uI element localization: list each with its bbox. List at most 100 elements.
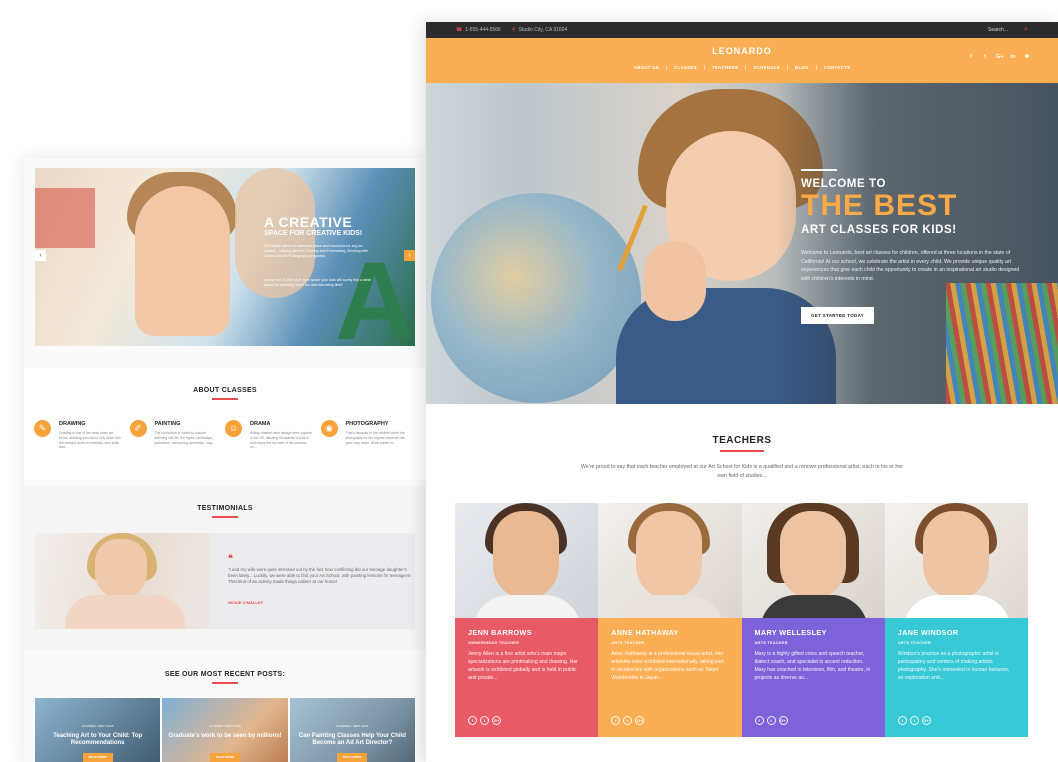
menu-item-schedule[interactable]: SCHEDULE (745, 65, 787, 70)
camera-icon: ◉ (320, 420, 338, 437)
google-plus-icon[interactable]: G+ (635, 716, 645, 725)
twitter-icon[interactable]: t (480, 716, 489, 725)
class-item-drawing[interactable]: ✎ DRAWING Drawing is one of the most bas… (34, 418, 130, 462)
teacher-name[interactable]: MARY WELLESLEY (755, 628, 872, 637)
teacher-name[interactable]: JENN BARROWS (468, 628, 585, 637)
teacher-name[interactable]: ANNE HATHAWAY (611, 628, 728, 637)
post-title[interactable]: Teaching Art to Your Child: Top Recommen… (39, 733, 156, 747)
hero-paragraph: Our facility offers an extensive place a… (264, 244, 369, 258)
teacher-info: ANNE HATHAWAY ARTS TEACHER Anne Hathaway… (598, 618, 742, 737)
slider-next-button[interactable]: › (404, 250, 415, 261)
google-plus-icon[interactable]: G+ (921, 716, 931, 725)
teacher-bio: Anne Hathaway is a professional visual a… (611, 651, 724, 681)
menu-item-classes[interactable]: CLASSES (666, 65, 704, 70)
menu-item-teachers[interactable]: TEACHERS (703, 65, 746, 70)
twitter-icon[interactable]: t (766, 716, 776, 725)
facebook-icon[interactable]: f (468, 716, 477, 725)
phone-contact[interactable]: ☎ 1-555-444-5566 (456, 22, 501, 38)
hero-title: A CREATIVE (264, 214, 353, 230)
google-plus-icon[interactable]: G+ (996, 54, 1004, 60)
testimonials-title: TESTIMONIALS (197, 505, 253, 512)
post-meta: CLASSES • SEPT 2016 (209, 724, 241, 728)
linkedin-icon[interactable]: in (1010, 54, 1016, 60)
facebook-icon[interactable]: f (611, 716, 621, 725)
class-item-photography[interactable]: ◉ PHOTOGRAPHY That's because in the mode… (320, 418, 417, 462)
testimonial-card: ❝ "I and my wife were quite stressed out… (35, 533, 415, 629)
post-title[interactable]: Can Painting Classes Help Your Child Bec… (294, 733, 411, 747)
hero-image-globe (431, 193, 641, 403)
teacher-social-links: f t G+ (754, 716, 788, 725)
pencil-icon: ✎ (34, 420, 51, 437)
read-more-button[interactable]: READ MORE (209, 753, 240, 762)
teacher-card[interactable]: ANNE HATHAWAY ARTS TEACHER Anne Hathaway… (598, 503, 742, 737)
testimonial-author: NICKIE O'MALLEY (228, 600, 264, 605)
google-plus-icon[interactable]: G+ (492, 716, 501, 725)
teacher-card[interactable]: MARY WELLESLEY ARTS TEACHER Mary is a hi… (741, 503, 885, 737)
class-item-drama[interactable]: ☺ DRAMA Acting classes have always been … (225, 418, 321, 462)
read-more-button[interactable]: READ MORE (82, 753, 113, 762)
post-card[interactable]: CLASSES • SEPT 2016 Can Painting Classes… (289, 698, 415, 762)
recent-posts-grid: CLASSES • SEPT 2016 Teaching Art to Your… (35, 698, 415, 762)
teacher-bio: Mary is a highly gifted voice and speech… (754, 651, 871, 681)
twitter-icon[interactable]: t (982, 54, 988, 60)
teacher-role: ARTS TEACHER (897, 641, 932, 645)
recent-posts-title: SEE OUR MOST RECENT POSTS: (164, 671, 286, 678)
address-contact: ⚲ Studio City, CA 91604 (512, 22, 567, 38)
facebook-icon[interactable]: f (968, 54, 974, 60)
teacher-photo (884, 503, 1028, 618)
main-menu: ABOUT US CLASSES TEACHERS SCHEDULE BLOG … (426, 65, 1058, 70)
class-name: DRAWING (59, 421, 86, 427)
teacher-bio: Windsor's practice as a photographic art… (897, 651, 1010, 681)
post-card[interactable]: CLASSES • SEPT 2016 Teaching Art to Your… (35, 698, 161, 762)
settings-icon[interactable]: ✱ (1024, 54, 1030, 60)
post-title[interactable]: Graduate's work to be seen by millions! (166, 733, 283, 740)
masks-icon: ☺ (225, 420, 242, 437)
menu-item-about-us[interactable]: ABOUT US (627, 65, 666, 70)
facebook-icon[interactable]: f (754, 716, 764, 725)
photo-face (636, 511, 703, 599)
get-started-button[interactable]: GET STARTED TODAY (801, 307, 874, 324)
slider-prev-button[interactable]: ‹ (35, 250, 46, 261)
class-name: DRAMA (250, 421, 271, 427)
social-links: f t G+ in ✱ (968, 54, 1030, 60)
site-logo[interactable]: LEONARDO (426, 46, 1058, 56)
read-more-button[interactable]: READ MORE (337, 753, 368, 762)
about-classes-title: ABOUT CLASSES (193, 387, 257, 394)
teacher-social-links: f t G+ (611, 716, 645, 725)
hero-image-pencils (946, 283, 1058, 404)
hero-subheadline: ART CLASSES FOR KIDS! (801, 224, 957, 236)
teacher-card[interactable]: JANE WINDSOR ARTS TEACHER Windsor's prac… (884, 503, 1028, 737)
post-card[interactable]: CLASSES • SEPT 2016 Graduate's work to b… (162, 698, 288, 762)
class-name: PHOTOGRAPHY (345, 421, 389, 427)
phone-icon: ☎ (456, 27, 463, 33)
teacher-name[interactable]: JANE WINDSOR (898, 628, 1015, 637)
hero-banner: WELCOME TO THE BEST ART CLASSES FOR KIDS… (426, 83, 1058, 404)
teachers-intro: We're proud to say that each teacher emp… (580, 464, 904, 479)
teacher-info: JENN BARROWS OWNER/HEAD TEACHER Jenny Al… (455, 618, 599, 737)
hero-paragraph-2: Across our 20,000 sq.ft. gym space your … (264, 278, 371, 287)
front-page-preview: ☎ 1-555-444-5566 ⚲ Studio City, CA 91604 S… (426, 22, 1058, 762)
facebook-icon[interactable]: f (897, 716, 907, 725)
menu-item-blog[interactable]: BLOG (786, 65, 816, 70)
menu-item-contacts[interactable]: CONTACTS (815, 65, 857, 70)
twitter-icon[interactable]: t (623, 716, 633, 725)
class-description: The curriculum is varied to include teac… (154, 431, 215, 445)
teacher-role: OWNER/HEAD TEACHER (468, 641, 520, 645)
teacher-photo (455, 503, 599, 618)
teacher-info: MARY WELLESLEY ARTS TEACHER Mary is a hi… (741, 618, 885, 737)
phone-number: 1-555-444-5566 (465, 27, 501, 33)
teachers-grid: JENN BARROWS OWNER/HEAD TEACHER Jenny Al… (455, 503, 1028, 737)
hero-description: Welcome to Leonardo, best art classes fo… (801, 250, 1020, 282)
search-input[interactable]: Search... (988, 22, 1008, 38)
brush-icon: ✐ (129, 420, 147, 437)
twitter-icon[interactable]: t (909, 716, 919, 725)
google-plus-icon[interactable]: G+ (778, 716, 788, 725)
post-meta: CLASSES • SEPT 2016 (81, 724, 114, 728)
title-underline (212, 398, 238, 400)
class-name: PAINTING (154, 421, 181, 427)
class-item-painting[interactable]: ✐ PAINTING The curriculum is varied to i… (129, 418, 226, 462)
search-icon[interactable]: ⌕ (1024, 22, 1028, 38)
teacher-social-links: f t G+ (468, 716, 501, 725)
testimonial-text: "I and my wife were quite stressed out b… (228, 567, 411, 584)
teacher-card[interactable]: JENN BARROWS OWNER/HEAD TEACHER Jenny Al… (455, 503, 599, 737)
